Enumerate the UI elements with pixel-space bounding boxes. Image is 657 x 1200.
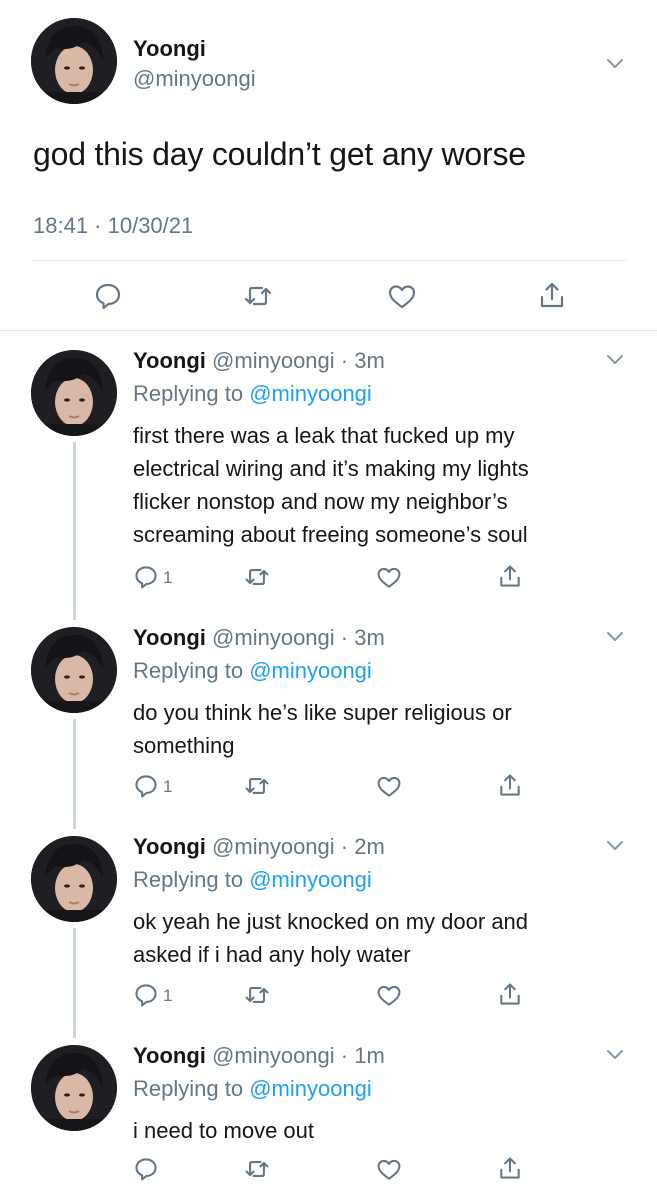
like-icon[interactable] [387, 282, 417, 312]
reply-text-line: screaming about freeing someone’s soul [133, 522, 528, 547]
reply-text-line: something [133, 733, 235, 758]
reply-text-line: flicker nonstop and now my neighbor’s [133, 489, 508, 514]
reply-text: i need to move out [133, 1114, 633, 1147]
user-handle[interactable]: @minyoongi [212, 834, 335, 859]
reply-text: ok yeah he just knocked on my door and a… [133, 905, 633, 971]
like-icon[interactable] [376, 565, 402, 591]
display-name[interactable]: Yoongi [133, 36, 206, 62]
chevron-down-icon[interactable] [604, 348, 626, 370]
like-icon[interactable] [376, 1157, 402, 1183]
display-name[interactable]: Yoongi [133, 834, 206, 859]
chevron-down-icon[interactable] [604, 1043, 626, 1065]
retweet-icon[interactable] [243, 281, 273, 311]
reply-tweet: Yoongi @minyoongi · 2m Replying to @miny… [0, 817, 657, 1027]
reply-icon[interactable] [133, 773, 159, 799]
reply-tweet: Yoongi @minyoongi · 3m Replying to @miny… [0, 608, 657, 818]
share-icon[interactable] [537, 280, 567, 310]
tweet-timestamp[interactable]: 18:41 · 10/30/21 [33, 213, 193, 239]
mention-link[interactable]: @minyoongi [249, 867, 372, 892]
reply-icon[interactable] [133, 564, 159, 590]
replying-to-label: Replying to [133, 658, 250, 683]
reply-time: · 2m [340, 834, 385, 859]
replying-to-label: Replying to [133, 1076, 250, 1101]
avatar-image [31, 836, 117, 922]
mention-link[interactable]: @minyoongi [249, 381, 372, 406]
avatar-image [31, 18, 117, 104]
reply-count: 1 [163, 568, 173, 587]
replying-to: Replying to @minyoongi [133, 1076, 372, 1102]
retweet-icon[interactable] [244, 773, 270, 799]
mention-link[interactable]: @minyoongi [249, 658, 372, 683]
replying-to-label: Replying to [133, 381, 250, 406]
reply-icon[interactable] [133, 982, 159, 1008]
reply-time: · 3m [340, 625, 385, 650]
main-tweet: Yoongi @minyoongi god this day couldn’t … [0, 0, 657, 330]
reply-header: Yoongi @minyoongi · 2m [133, 834, 385, 860]
reply-count: 1 [163, 777, 173, 796]
mention-link[interactable]: @minyoongi [249, 1076, 372, 1101]
reply-count: 1 [163, 986, 173, 1005]
reply-tweet: Yoongi @minyoongi · 1m Replying to @miny… [0, 1026, 657, 1200]
reply-time: · 3m [340, 348, 385, 373]
retweet-icon[interactable] [244, 982, 270, 1008]
divider [33, 260, 627, 261]
chevron-down-icon[interactable] [604, 52, 626, 74]
avatar[interactable] [31, 1045, 117, 1131]
reply-text-line: electrical wiring and it’s making my lig… [133, 456, 529, 481]
avatar[interactable] [31, 350, 117, 436]
reply-text-line: do you think he’s like super religious o… [133, 700, 512, 725]
reply-header: Yoongi @minyoongi · 1m [133, 1043, 385, 1069]
reply-icon[interactable] [93, 281, 123, 311]
share-icon[interactable] [497, 1155, 523, 1181]
reply-icon[interactable] [133, 1156, 159, 1182]
share-icon[interactable] [497, 772, 523, 798]
retweet-icon[interactable] [244, 564, 270, 590]
reply-text: do you think he’s like super religious o… [133, 696, 633, 762]
tweet-text: god this day couldn’t get any worse [33, 136, 526, 172]
replying-to-label: Replying to [133, 867, 250, 892]
reply-text-line: asked if i had any holy water [133, 942, 411, 967]
avatar[interactable] [31, 627, 117, 713]
avatar[interactable] [31, 836, 117, 922]
like-icon[interactable] [376, 774, 402, 800]
avatar-image [31, 350, 117, 436]
reply-header: Yoongi @minyoongi · 3m [133, 348, 385, 374]
avatar[interactable] [31, 18, 117, 104]
chevron-down-icon[interactable] [604, 834, 626, 856]
display-name[interactable]: Yoongi [133, 348, 206, 373]
reply-tweet: Yoongi @minyoongi · 3m Replying to @miny… [0, 331, 657, 621]
user-handle[interactable]: @minyoongi [212, 348, 335, 373]
share-icon[interactable] [497, 563, 523, 589]
avatar-image [31, 627, 117, 713]
reply-time: · 1m [340, 1043, 385, 1068]
chevron-down-icon[interactable] [604, 625, 626, 647]
reply-header: Yoongi @minyoongi · 3m [133, 625, 385, 651]
user-handle[interactable]: @minyoongi [212, 625, 335, 650]
replying-to: Replying to @minyoongi [133, 381, 372, 407]
reply-text: first there was a leak that fucked up my… [133, 419, 633, 551]
display-name[interactable]: Yoongi [133, 625, 206, 650]
like-icon[interactable] [376, 983, 402, 1009]
reply-text-line: first there was a leak that fucked up my [133, 423, 515, 448]
user-handle[interactable]: @minyoongi [212, 1043, 335, 1068]
retweet-icon[interactable] [244, 1156, 270, 1182]
reply-text-line: ok yeah he just knocked on my door and [133, 909, 529, 934]
share-icon[interactable] [497, 981, 523, 1007]
reply-text-line: i need to move out [133, 1118, 315, 1143]
avatar-image [31, 1045, 117, 1131]
display-name[interactable]: Yoongi [133, 1043, 206, 1068]
user-handle[interactable]: @minyoongi [133, 66, 256, 92]
replying-to: Replying to @minyoongi [133, 658, 372, 684]
replying-to: Replying to @minyoongi [133, 867, 372, 893]
